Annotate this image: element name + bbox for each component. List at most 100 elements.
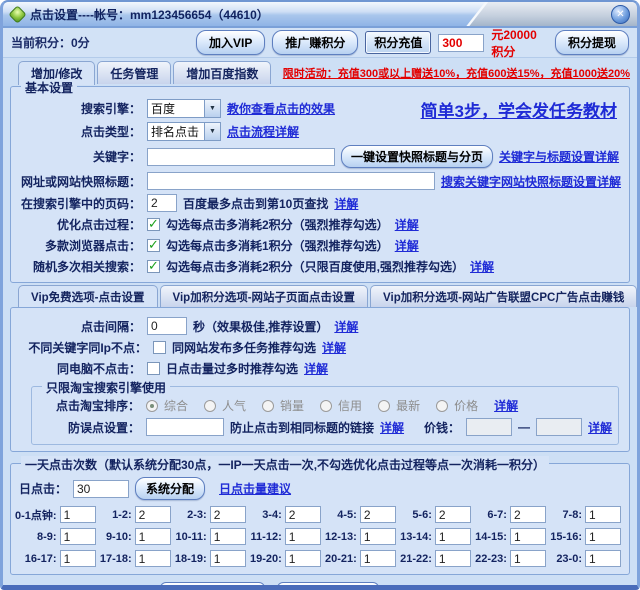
system-assign-button[interactable]: 系统分配 [135,477,205,500]
hour-input[interactable] [360,528,396,545]
tutorial-link[interactable]: 简单3步，学会发任务教材 [421,97,617,122]
url-input[interactable] [147,172,435,190]
radio-sort-credit [320,400,332,412]
misclick-detail-link[interactable]: 详解 [380,419,404,436]
dropdown-arrow-icon: ▼ [204,123,220,140]
hour-input[interactable] [60,506,96,523]
close-button[interactable]: ✕ [611,5,630,24]
daily-click-label: 日点击： [19,480,67,497]
hour-cell: 3-4: [246,506,321,523]
diff-keyword-same-ip-hint: 同网站发布多任务推荐勾选 [172,339,316,356]
app-shield-icon [8,5,26,23]
limited-time-promo-link[interactable]: 限时活动：充值300或以上赠送10%，充值600送15%，充值1000送20% [283,65,630,84]
price-range-detail-link[interactable]: 详解 [588,419,612,436]
keyword-input[interactable] [147,148,335,166]
hour-input[interactable] [585,528,621,545]
hour-input[interactable] [435,506,471,523]
hour-input[interactable] [210,506,246,523]
hour-cell: 2-3: [171,506,246,523]
random-search-detail-link[interactable]: 详解 [470,258,494,275]
hour-input[interactable] [285,528,321,545]
hour-input[interactable] [360,550,396,567]
view-click-effect-link[interactable]: 教你查看点击的效果 [227,100,335,117]
misclick-input[interactable] [146,418,224,436]
click-interval-input[interactable] [147,317,187,335]
page-number-detail-link[interactable]: 详解 [334,195,358,212]
tab-vip-subpage-click[interactable]: Vip加积分选项-网站子页面点击设置 [160,285,369,307]
hour-input[interactable] [60,528,96,545]
multi-browser-checkbox[interactable] [147,239,160,252]
radio-sort-sales [262,400,274,412]
search-engine-select[interactable]: 百度 ▼ [147,99,221,118]
basic-settings-legend: 基本设置 [21,79,77,96]
hour-cell: 1-2: [96,506,171,523]
hour-input[interactable] [210,550,246,567]
simulate-click-test-button[interactable]: 模拟点击测试 [277,582,379,590]
same-pc-no-click-row: 同电脑不点击： 日点击量过多时推荐勾选 详解 [19,360,621,377]
hour-label: 10-11: [175,531,206,543]
hour-label: 7-8: [562,509,582,521]
daily-click-suggestion-link[interactable]: 日点击量建议 [219,480,291,497]
optimize-click-row: 优化点击过程： 勾选每点击多消耗2积分（强烈推荐勾选） 详解 [19,216,621,233]
hour-input[interactable] [135,550,171,567]
publish-task-button[interactable]: 发布任务/修改 [160,582,265,590]
exchange-rate-text: 元20000积分 [491,26,548,60]
click-flow-detail-link[interactable]: 点击流程详解 [227,123,299,140]
multi-browser-detail-link[interactable]: 详解 [395,237,419,254]
hour-input[interactable] [135,528,171,545]
hour-label: 5-6: [412,509,432,521]
hour-input[interactable] [285,550,321,567]
dropdown-arrow-icon: ▼ [204,100,220,117]
click-type-row: 点击类型： 排名点击 ▼ 点击流程详解 [19,122,621,141]
page-number-input[interactable] [147,194,177,212]
hour-label: 19-20: [250,553,282,565]
snapshot-title-help-link[interactable]: 搜索关键字网站快照标题设置详解 [441,173,621,190]
hour-label: 20-21: [325,553,357,565]
click-interval-detail-link[interactable]: 详解 [334,318,358,335]
tab-vip-free-options[interactable]: Vip免费选项-点击设置 [18,285,158,308]
page-number-row: 在搜索引擎中的页码： 百度最多点击到第10页查找 详解 [19,194,621,212]
recharge-amount-input[interactable] [438,34,484,52]
misclick-hint: 防止点击到相同标题的链接 [230,419,374,436]
taobao-sort-row: 点击淘宝排序： 综合 人气 销量 信用 最新 价格 详解 [40,397,610,414]
daily-click-input[interactable] [73,480,129,498]
hour-input[interactable] [360,506,396,523]
keyword-title-help-link[interactable]: 关键字与标题设置详解 [499,148,619,165]
same-pc-detail-link[interactable]: 详解 [304,360,328,377]
hour-input[interactable] [510,550,546,567]
hour-input[interactable] [435,550,471,567]
keyword-label: 关键字： [19,148,141,165]
click-type-select[interactable]: 排名点击 ▼ [147,122,221,141]
hour-input[interactable] [510,528,546,545]
tab-task-management[interactable]: 任务管理 [97,61,171,84]
taobao-sort-detail-link[interactable]: 详解 [494,397,518,414]
withdraw-button[interactable]: 积分提现 [555,30,629,55]
optimize-click-detail-link[interactable]: 详解 [395,216,419,233]
join-vip-button[interactable]: 加入VIP [196,30,265,55]
hour-input[interactable] [285,506,321,523]
taobao-only-legend: 只限淘宝搜索引擎使用 [42,379,170,396]
hour-input[interactable] [210,528,246,545]
promote-earn-button[interactable]: 推广赚积分 [272,30,358,55]
hour-input[interactable] [585,506,621,523]
optimize-click-checkbox[interactable] [147,218,160,231]
tab-vip-cpc-ads[interactable]: Vip加积分选项-网站广告联盟CPC广告点击赚钱 [370,285,637,307]
radio-sort-price-label: 价格 [454,397,478,414]
diff-keyword-detail-link[interactable]: 详解 [322,339,346,356]
diff-keyword-same-ip-checkbox[interactable] [153,341,166,354]
tab-baidu-index[interactable]: 增加百度指数 [173,61,271,84]
hour-input[interactable] [60,550,96,567]
multi-browser-label: 多款浏览器点击： [19,237,141,254]
hour-cell: 13-14: [396,528,471,545]
keyword-row: 关键字： 一键设置快照标题与分页 关键字与标题设置详解 [19,145,621,168]
same-pc-no-click-checkbox[interactable] [147,362,160,375]
daily-clicks-panel: 一天点击次数（默认系统分配30点，一IP一天点击一次,不勾选优化点击过程等点一次… [10,463,630,575]
misclick-label: 防误点设置： [40,419,140,436]
hour-input[interactable] [510,506,546,523]
auto-snapshot-title-button[interactable]: 一键设置快照标题与分页 [341,145,493,168]
random-search-checkbox[interactable] [147,260,160,273]
recharge-button[interactable]: 积分充值 [365,31,431,54]
hour-input[interactable] [435,528,471,545]
hour-input[interactable] [585,550,621,567]
hour-input[interactable] [135,506,171,523]
